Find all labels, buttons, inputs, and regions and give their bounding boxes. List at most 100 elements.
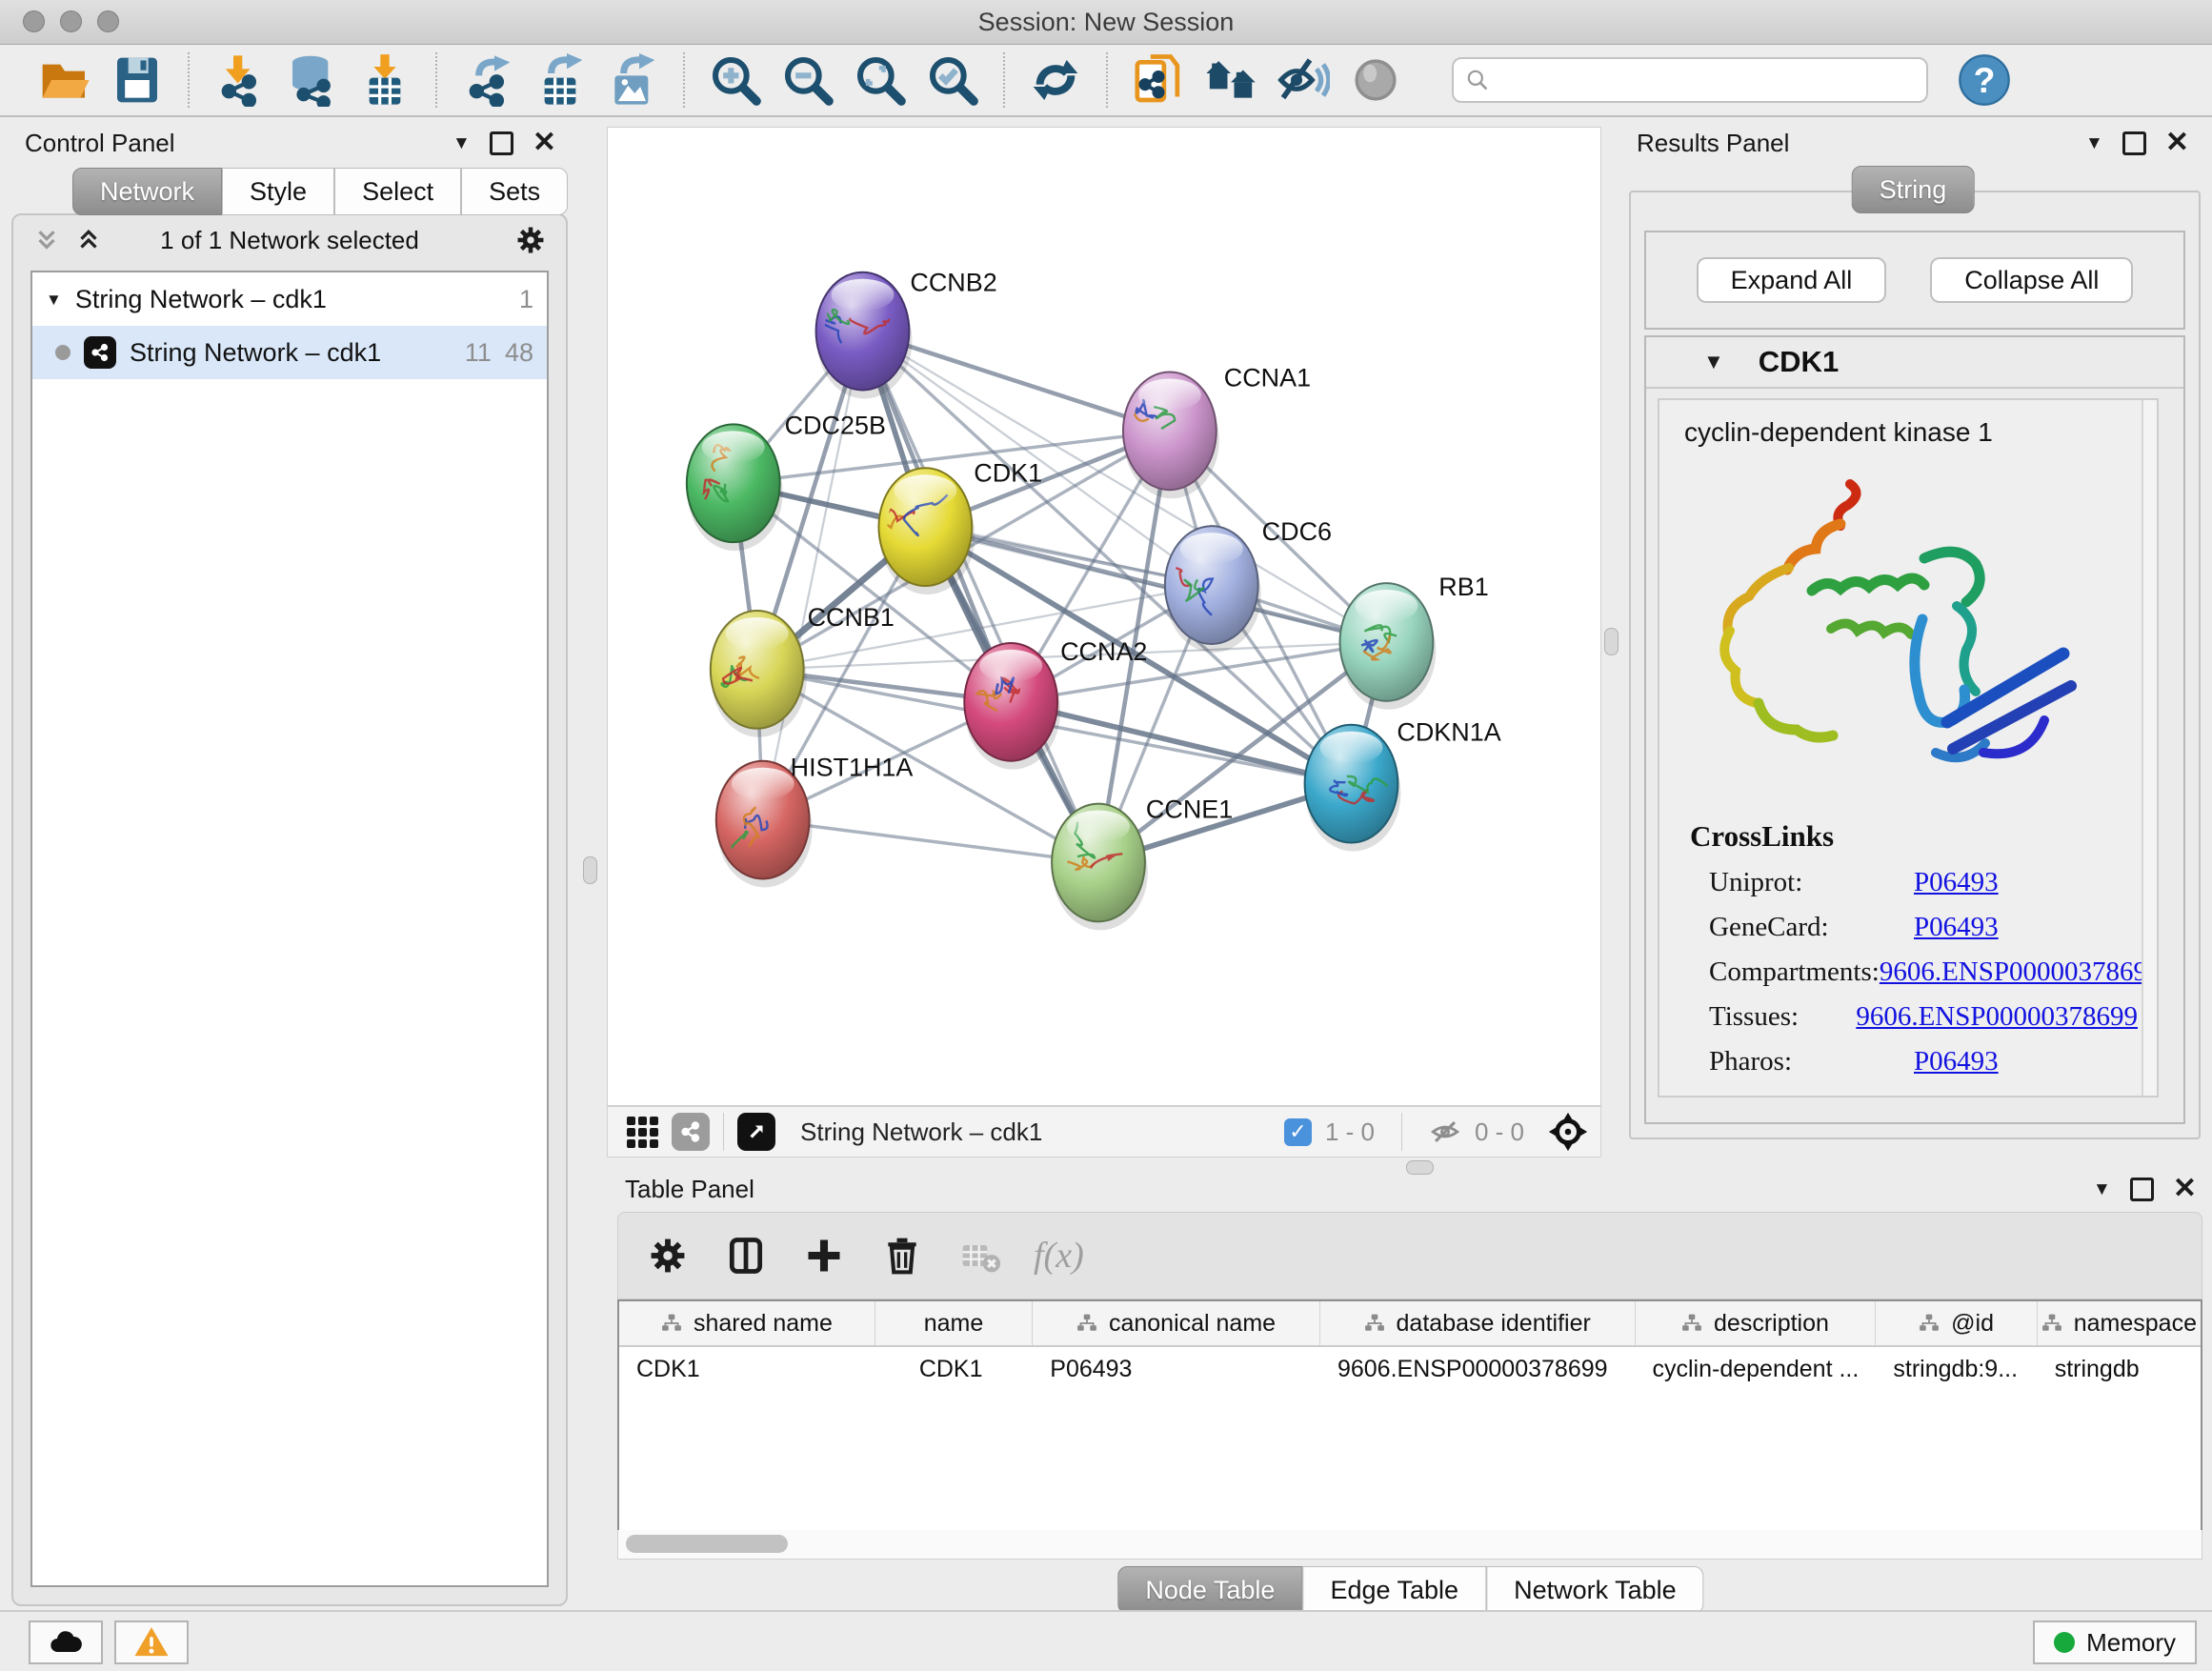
cell-id: stringdb:9... <box>1876 1347 2037 1391</box>
zoom-in-icon[interactable] <box>704 49 767 111</box>
cell-description: cyclin-dependent ... <box>1636 1347 1877 1391</box>
column-header[interactable]: database identifier <box>1320 1301 1636 1345</box>
zoom-fit-icon[interactable] <box>849 49 912 111</box>
collapse-panel-icon[interactable]: ▼ <box>2085 134 2103 152</box>
birdseye-view-icon[interactable] <box>1547 1111 1589 1153</box>
tab-edge-table[interactable]: Edge Table <box>1302 1566 1486 1614</box>
warning-icon[interactable] <box>114 1621 189 1664</box>
left-splitter-handle[interactable] <box>583 856 597 884</box>
export-table-icon[interactable] <box>529 49 592 111</box>
expand-all-icon[interactable] <box>74 226 103 254</box>
expand-all-button[interactable]: Expand All <box>1697 257 1887 303</box>
network-row[interactable]: String Network – cdk1 11 48 <box>32 326 547 379</box>
gene-card-header[interactable]: ▼ CDK1 <box>1646 337 2183 389</box>
table-horizontal-scrollbar[interactable] <box>617 1530 2202 1560</box>
close-panel-icon[interactable]: ✕ <box>2165 129 2189 157</box>
collapse-panel-icon[interactable]: ▼ <box>2093 1180 2111 1198</box>
results-scrollbar[interactable] <box>2142 400 2157 1096</box>
crosslink-link[interactable]: 9606.ENSP00000378699 <box>1856 1001 2138 1033</box>
toolbar-separator <box>1106 52 1108 108</box>
crosslink-row: Uniprot: P06493 <box>1690 867 2138 898</box>
cloud-icon[interactable] <box>29 1621 103 1664</box>
search-input[interactable] <box>1490 65 1915 96</box>
share-document-icon[interactable] <box>1127 49 1190 111</box>
collection-count: 1 <box>519 285 533 314</box>
delete-column-trash-icon[interactable] <box>877 1231 927 1280</box>
import-network-file-icon[interactable] <box>209 49 271 111</box>
float-panel-icon[interactable] <box>2130 1178 2154 1201</box>
crosslink-link[interactable]: P06493 <box>1914 867 1999 898</box>
svg-text:?: ? <box>1974 60 1996 100</box>
open-in-new-window-icon[interactable] <box>737 1113 775 1151</box>
float-panel-icon[interactable] <box>490 131 513 155</box>
svg-text:CCNB2: CCNB2 <box>910 269 996 297</box>
inactive-view-icon[interactable] <box>1344 49 1407 111</box>
save-session-icon[interactable] <box>106 49 169 111</box>
collapse-all-icon[interactable] <box>32 226 61 254</box>
zoom-selected-icon[interactable] <box>921 49 984 111</box>
collapse-panel-icon[interactable]: ▼ <box>452 134 471 152</box>
network-share-icon[interactable] <box>672 1113 710 1151</box>
table-row[interactable]: CDK1 CDK1 P06493 9606.ENSP00000378699 cy… <box>619 1347 2201 1391</box>
scrollbar-thumb[interactable] <box>626 1535 788 1553</box>
column-header[interactable]: shared name <box>619 1301 875 1345</box>
right-splitter-handle[interactable] <box>1604 628 1619 655</box>
import-network-database-icon[interactable] <box>281 49 344 111</box>
edge-count: 48 <box>505 338 533 368</box>
crosslink-link[interactable]: 9606.ENSP00000378699 <box>1880 956 2159 988</box>
memory-button[interactable]: Memory <box>2033 1621 2197 1664</box>
export-image-icon[interactable] <box>601 49 664 111</box>
tab-select[interactable]: Select <box>334 168 461 215</box>
node-table: shared name name canonical name database… <box>617 1299 2202 1534</box>
close-panel-icon[interactable]: ✕ <box>2173 1175 2197 1203</box>
gear-icon[interactable] <box>514 224 547 256</box>
tab-sets[interactable]: Sets <box>461 168 568 215</box>
tree-expand-icon[interactable]: ▼ <box>46 292 62 308</box>
column-header[interactable]: @id <box>1876 1301 2037 1345</box>
tab-string[interactable]: String <box>1852 166 1975 213</box>
crosslink-link[interactable]: P06493 <box>1914 912 1999 943</box>
home-icon[interactable] <box>1199 49 1262 111</box>
toolbar-separator <box>188 52 190 108</box>
float-panel-icon[interactable] <box>2122 131 2146 155</box>
hide-unhide-icon[interactable] <box>1272 49 1335 111</box>
network-collection-label: String Network – cdk1 <box>75 285 327 314</box>
crosslink-row: Pharos: P06493 <box>1690 1046 2138 1077</box>
collapse-all-button[interactable]: Collapse All <box>1930 257 2133 303</box>
crosslink-label: Uniprot: <box>1690 867 1914 898</box>
column-header[interactable]: description <box>1636 1301 1877 1345</box>
column-header[interactable]: name <box>875 1301 1033 1345</box>
zoom-out-icon[interactable] <box>776 49 839 111</box>
svg-text:CCNE1: CCNE1 <box>1146 795 1233 824</box>
crosslinks-heading: CrossLinks <box>1690 819 2138 854</box>
refresh-icon[interactable] <box>1024 49 1087 111</box>
open-session-icon[interactable] <box>33 49 96 111</box>
network-canvas[interactable]: CCNB2CCNA1CDC25BCDK1CDC6RB1CCNB1CCNA2CDK… <box>607 127 1601 1106</box>
memory-label: Memory <box>2086 1628 2176 1658</box>
table-panel: Table Panel ▼ ✕ f(x) <box>610 1170 2212 1610</box>
close-panel-icon[interactable]: ✕ <box>533 129 556 157</box>
selected-checkbox-icon[interactable]: ✓ <box>1284 1118 1312 1146</box>
collapse-gene-icon[interactable]: ▼ <box>1703 352 1724 372</box>
column-header[interactable]: canonical name <box>1033 1301 1320 1345</box>
tab-node-table[interactable]: Node Table <box>1117 1566 1302 1614</box>
function-builder-icon: f(x) <box>1034 1235 1084 1277</box>
network-graph[interactable]: CCNB2CCNA1CDC25BCDK1CDC6RB1CCNB1CCNA2CDK… <box>608 128 1600 1105</box>
delete-table-icon[interactable] <box>955 1231 1005 1280</box>
export-network-icon[interactable] <box>456 49 519 111</box>
cell-shared-name: CDK1 <box>619 1347 875 1391</box>
network-collection-row[interactable]: ▼ String Network – cdk1 1 <box>32 272 547 326</box>
crosslink-link[interactable]: P06493 <box>1914 1046 1999 1077</box>
cell-namespace: stringdb <box>2038 1347 2201 1391</box>
table-settings-gear-icon[interactable] <box>643 1231 693 1280</box>
tab-style[interactable]: Style <box>222 168 334 215</box>
column-header[interactable]: namespace <box>2038 1301 2201 1345</box>
title-bar: Session: New Session <box>0 0 2212 45</box>
import-table-icon[interactable] <box>353 49 416 111</box>
tab-network[interactable]: Network <box>72 168 222 215</box>
grid-view-icon[interactable] <box>627 1117 658 1148</box>
help-icon[interactable]: ? <box>1953 49 2016 111</box>
add-column-icon[interactable] <box>799 1231 849 1280</box>
tab-network-table[interactable]: Network Table <box>1486 1566 1704 1614</box>
show-columns-icon[interactable] <box>721 1231 771 1280</box>
